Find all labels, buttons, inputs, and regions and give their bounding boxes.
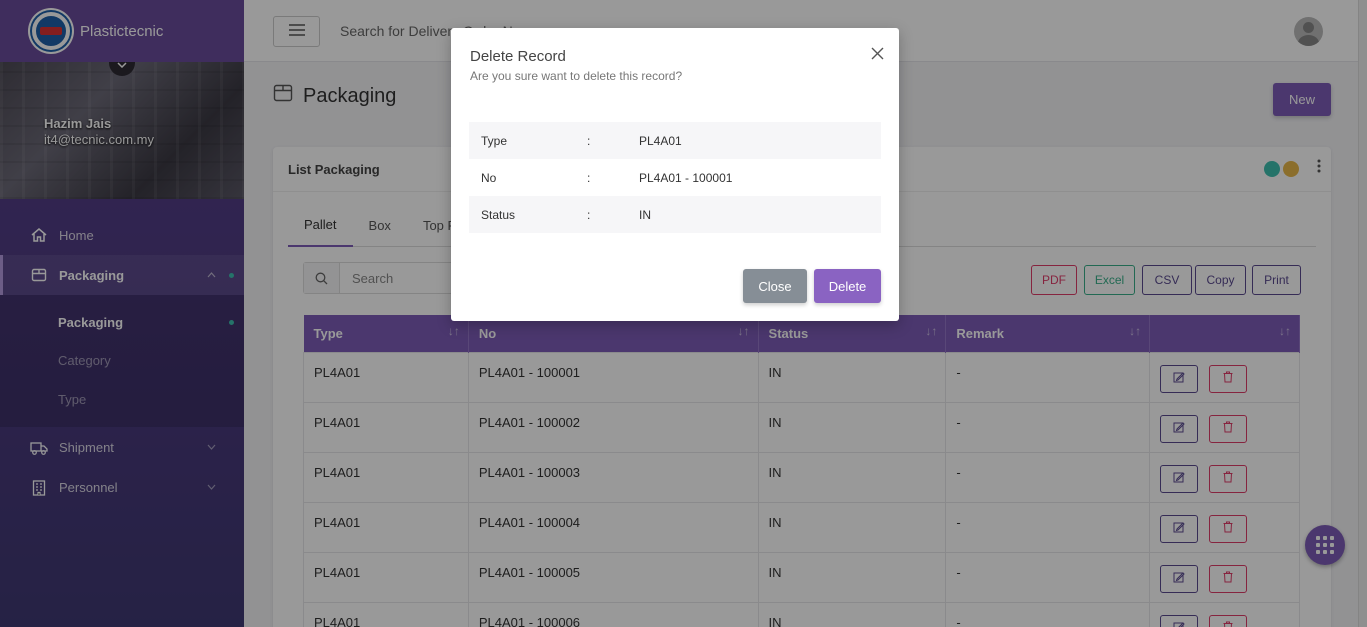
modal-title: Delete Record: [470, 48, 566, 65]
detail-separator: :: [587, 170, 591, 185]
detail-row-no: No : PL4A01 - 100001: [469, 159, 881, 196]
detail-value: PL4A01 - 100001: [639, 170, 733, 185]
detail-key: Status: [481, 207, 516, 222]
close-icon[interactable]: [871, 44, 884, 64]
detail-value: PL4A01: [639, 133, 682, 148]
detail-separator: :: [587, 133, 591, 148]
close-button[interactable]: Close: [743, 269, 807, 303]
delete-button[interactable]: Delete: [814, 269, 881, 303]
detail-separator: :: [587, 207, 591, 222]
detail-row-type: Type : PL4A01: [469, 122, 881, 159]
detail-value: IN: [639, 207, 651, 222]
delete-record-modal: Delete Record Are you sure want to delet…: [451, 28, 899, 321]
record-details: Type : PL4A01 No : PL4A01 - 100001 Statu…: [469, 122, 881, 233]
detail-key: No: [481, 170, 497, 185]
detail-key: Type: [481, 133, 508, 148]
detail-row-status: Status : IN: [469, 196, 881, 233]
modal-subtitle: Are you sure want to delete this record?: [470, 69, 683, 83]
